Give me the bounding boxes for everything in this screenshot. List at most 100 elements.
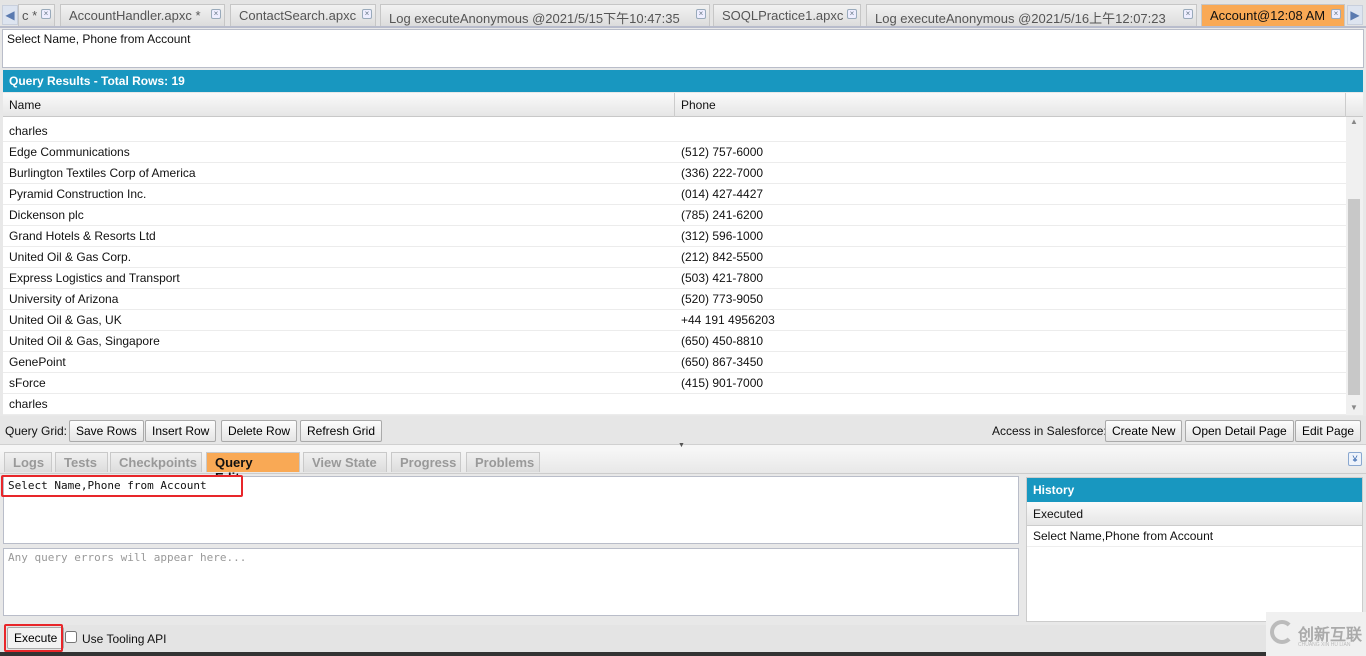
- close-tab-icon[interactable]: ×: [696, 9, 706, 19]
- delete-row-button[interactable]: Delete Row: [221, 420, 298, 442]
- query-text: Select Name, Phone from Account: [2, 29, 1364, 68]
- cell-phone: (512) 757-6000: [681, 145, 764, 159]
- cell-name: United Oil & Gas Corp.: [9, 250, 132, 264]
- grid-header: Name Phone: [3, 93, 1363, 117]
- cell-phone: (650) 867-3450: [681, 355, 764, 369]
- cell-phone: (312) 596-1000: [681, 229, 764, 243]
- scroll-down-icon[interactable]: ▼: [1350, 403, 1358, 412]
- save-rows-button[interactable]: Save Rows: [69, 420, 144, 442]
- cell-phone: (503) 421-7800: [681, 271, 764, 285]
- table-row[interactable]: Grand Hotels & Resorts Ltd (312) 596-1000: [3, 226, 1346, 247]
- tab-checkpoints[interactable]: Checkpoints: [110, 452, 202, 472]
- close-tab-icon[interactable]: ×: [362, 9, 372, 19]
- scroll-up-icon[interactable]: ▲: [1350, 117, 1358, 126]
- cell-phone: (785) 241-6200: [681, 208, 764, 222]
- watermark-logo: 创新互联 CHUANG XIN HU LIAN: [1266, 612, 1366, 656]
- scroll-tabs-right-icon[interactable]: ▶: [1347, 5, 1363, 25]
- close-tab-icon[interactable]: ×: [1331, 9, 1341, 19]
- column-header-name[interactable]: Name: [9, 98, 41, 112]
- editor-tab[interactable]: Account@12:08 AM ×: [1201, 4, 1345, 26]
- cell-name: GenePoint: [9, 355, 66, 369]
- editor-tab[interactable]: c * ×: [18, 4, 55, 26]
- cell-phone: (336) 222-7000: [681, 166, 764, 180]
- editor-tab-bar: ◀ c * × AccountHandler.apxc * × ContactSearc…: [0, 0, 1366, 28]
- close-tab-icon[interactable]: ×: [211, 9, 221, 19]
- scrollbar-thumb[interactable]: [1348, 199, 1360, 395]
- table-row[interactable]: Burlington Textiles Corp of America (336)…: [3, 163, 1346, 184]
- tab-label: Account@12:08 AM: [1210, 8, 1326, 23]
- cell-name: Pyramid Construction Inc.: [9, 187, 147, 201]
- history-panel: History Executed Select Name,Phone from …: [1026, 477, 1363, 622]
- table-row[interactable]: United Oil & Gas, Singapore (650) 450-881…: [3, 331, 1346, 352]
- scroll-tabs-left-icon[interactable]: ◀: [2, 5, 18, 25]
- table-row[interactable]: Edge Communications (512) 757-6000: [3, 142, 1346, 163]
- tab-label: Log executeAnonymous @2021/5/16上午12:07:2…: [875, 11, 1166, 26]
- cell-name: charles: [9, 124, 48, 138]
- table-row[interactable]: United Oil & Gas Corp. (212) 842-5500: [3, 247, 1346, 268]
- close-tab-icon[interactable]: ×: [847, 9, 857, 19]
- cell-phone: (520) 773-9050: [681, 292, 764, 306]
- bottom-tab-bar: [0, 450, 1366, 474]
- table-row[interactable]: Dickenson plc (785) 241-6200: [3, 205, 1346, 226]
- refresh-grid-button[interactable]: Refresh Grid: [300, 420, 383, 442]
- results-grid: charles Edge Communications (512) 757-6000…: [3, 121, 1346, 415]
- tab-query-editor[interactable]: Query Editor: [206, 452, 300, 485]
- create-new-button[interactable]: Create New: [1105, 420, 1183, 442]
- tab-view-state[interactable]: View State: [303, 452, 387, 472]
- cell-name: sForce: [9, 376, 46, 390]
- footer-bar: Execute Use Tooling API: [0, 624, 1366, 652]
- cell-name: Burlington Textiles Corp of America: [9, 166, 196, 180]
- table-row[interactable]: sForce (415) 901-7000: [3, 373, 1346, 394]
- cell-name: University of Arizona: [9, 292, 119, 306]
- editor-tab[interactable]: ContactSearch.apxc ×: [230, 4, 376, 26]
- cell-name: Express Logistics and Transport: [9, 271, 180, 285]
- tab-progress[interactable]: Progress: [391, 452, 461, 472]
- highlight-box: [1, 475, 243, 497]
- table-row[interactable]: GenePoint (650) 867-3450: [3, 352, 1346, 373]
- tab-logs[interactable]: Logs: [4, 452, 52, 472]
- results-scrollbar[interactable]: ▲ ▼: [1346, 117, 1363, 415]
- close-tab-icon[interactable]: ×: [1183, 9, 1193, 19]
- grid-toolbar: Query Grid: Save Rows Insert Row Delete …: [0, 416, 1366, 444]
- column-header-phone[interactable]: Phone: [681, 98, 716, 112]
- access-label: Access in Salesforce:: [992, 424, 1107, 438]
- cell-name: Dickenson plc: [9, 208, 84, 222]
- table-row[interactable]: charles: [3, 121, 1346, 142]
- query-errors-area: Any query errors will appear here...: [3, 548, 1019, 616]
- cell-phone: (650) 450-8810: [681, 334, 764, 348]
- collapse-arrow-icon[interactable]: ▼: [678, 442, 685, 449]
- edit-page-button[interactable]: Edit Page: [1295, 420, 1362, 442]
- cell-phone: +44 191 4956203: [681, 313, 775, 327]
- table-row[interactable]: charles: [3, 394, 1346, 415]
- use-tooling-api-label: Use Tooling API: [82, 632, 167, 646]
- cell-phone: (415) 901-7000: [681, 376, 764, 390]
- editor-tab[interactable]: AccountHandler.apxc * ×: [60, 4, 225, 26]
- history-title: History: [1027, 478, 1362, 502]
- cell-phone: (212) 842-5500: [681, 250, 764, 264]
- cell-phone: (014) 427-4427: [681, 187, 764, 201]
- editor-tab[interactable]: Log executeAnonymous @2021/5/15下午10:47:3…: [380, 4, 710, 26]
- table-row[interactable]: Express Logistics and Transport (503) 421…: [3, 268, 1346, 289]
- tab-problems[interactable]: Problems: [466, 452, 540, 472]
- tab-label: c *: [22, 8, 38, 23]
- insert-row-button[interactable]: Insert Row: [145, 420, 217, 442]
- close-tab-icon[interactable]: ×: [41, 9, 51, 19]
- table-row[interactable]: United Oil & Gas, UK +44 191 4956203: [3, 310, 1346, 331]
- tab-tests[interactable]: Tests: [55, 452, 108, 472]
- cell-name: charles: [9, 397, 48, 411]
- tab-label: Log executeAnonymous @2021/5/15下午10:47:3…: [389, 11, 680, 26]
- cell-name: Edge Communications: [9, 145, 130, 159]
- editor-tab[interactable]: SOQLPractice1.apxc ×: [713, 4, 861, 26]
- tab-label: SOQLPractice1.apxc: [722, 8, 844, 23]
- use-tooling-api-checkbox[interactable]: [65, 631, 77, 643]
- table-row[interactable]: University of Arizona (520) 773-9050: [3, 289, 1346, 310]
- cell-name: United Oil & Gas, UK: [9, 313, 122, 327]
- highlight-box: [4, 624, 63, 652]
- history-item[interactable]: Select Name,Phone from Account: [1027, 526, 1362, 547]
- minimize-panel-icon[interactable]: ¥: [1348, 452, 1362, 466]
- table-row[interactable]: Pyramid Construction Inc. (014) 427-4427: [3, 184, 1346, 205]
- open-detail-page-button[interactable]: Open Detail Page: [1185, 420, 1294, 442]
- editor-tab[interactable]: Log executeAnonymous @2021/5/16上午12:07:2…: [866, 4, 1197, 26]
- results-title: Query Results - Total Rows: 19: [3, 70, 1363, 92]
- tab-label: AccountHandler.apxc *: [69, 8, 201, 23]
